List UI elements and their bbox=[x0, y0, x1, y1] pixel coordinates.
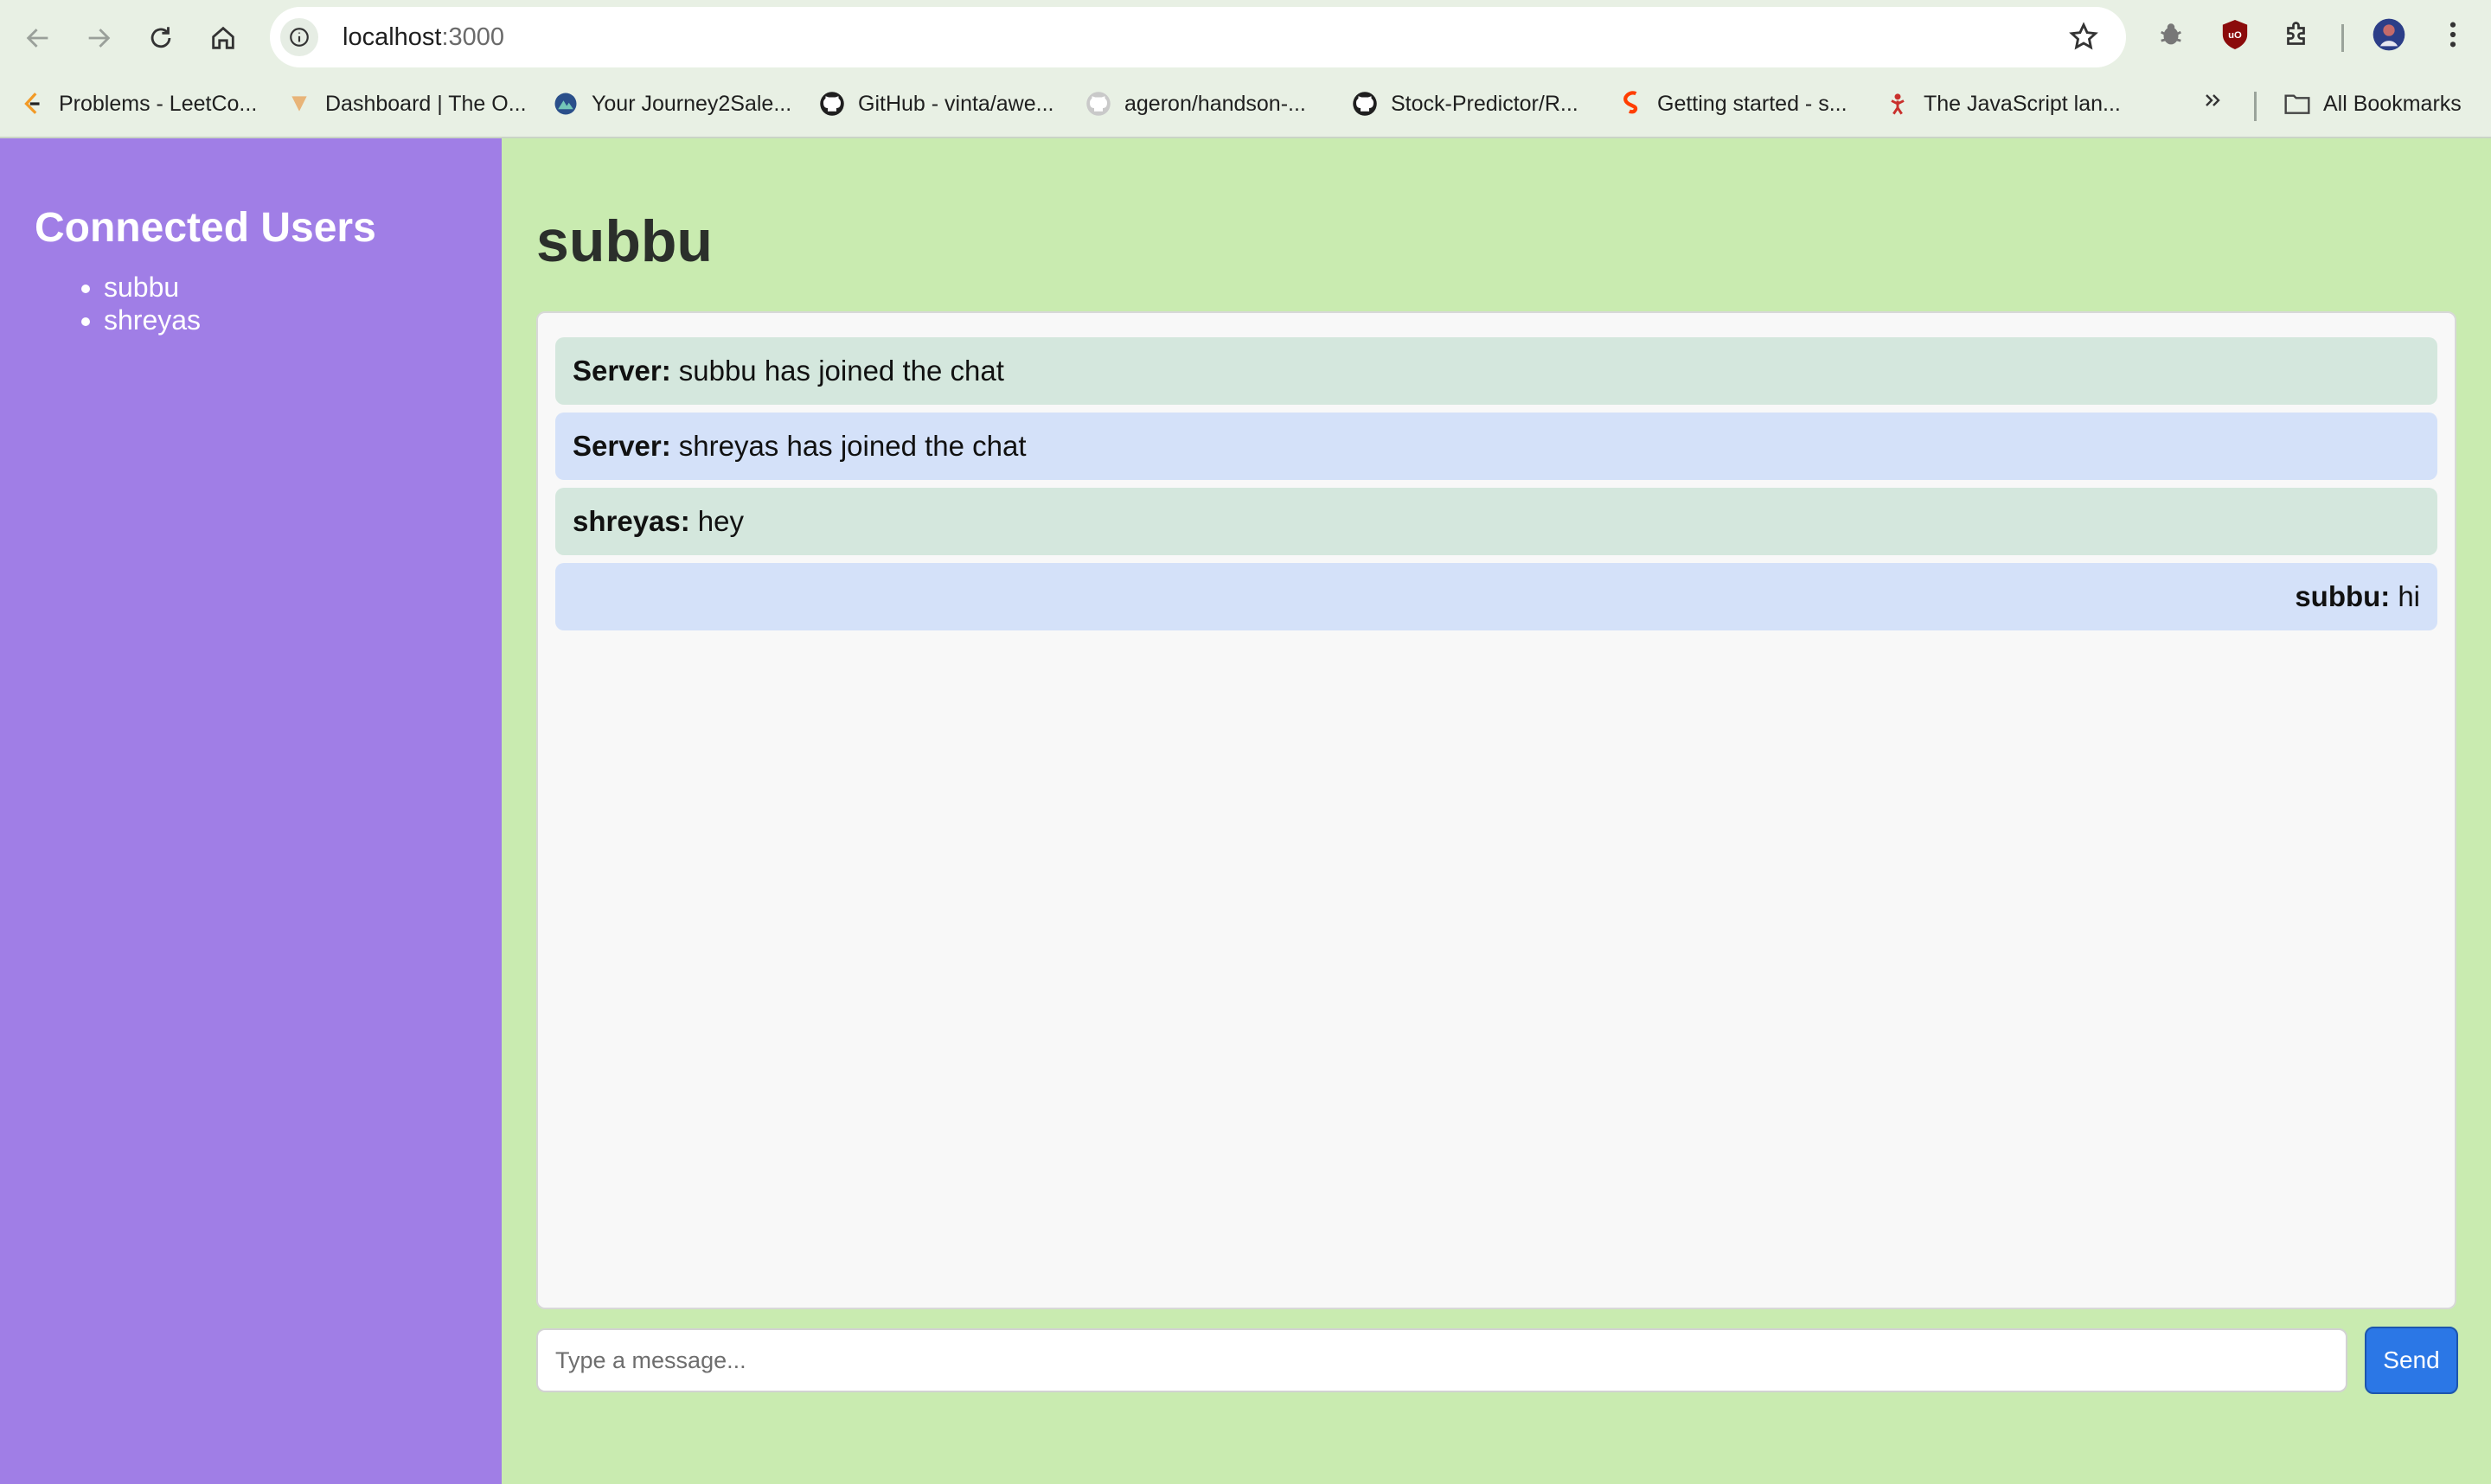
address-bar[interactable]: localhost:3000 bbox=[270, 7, 2126, 67]
message-sender: shreyas: bbox=[573, 505, 690, 537]
toolbar-divider bbox=[2341, 24, 2344, 52]
journey-icon bbox=[552, 90, 580, 118]
bookmark-item[interactable]: Your Journey2Sale... bbox=[552, 90, 791, 118]
url-host: localhost bbox=[343, 22, 442, 51]
bookmark-label: Stock-Predictor/R... bbox=[1391, 91, 1578, 116]
message-composer: Send bbox=[536, 1327, 2458, 1394]
home-button[interactable] bbox=[199, 14, 247, 62]
current-user-title: subbu bbox=[536, 208, 713, 274]
bookmark-label: Dashboard | The O... bbox=[325, 91, 527, 116]
extensions-puzzle-icon[interactable] bbox=[2280, 17, 2315, 52]
home-icon bbox=[212, 26, 234, 49]
send-button[interactable]: Send bbox=[2365, 1327, 2458, 1394]
profile-avatar[interactable] bbox=[2372, 17, 2406, 52]
ublock-shield-icon[interactable]: uO bbox=[2218, 17, 2252, 52]
bookmark-item[interactable]: Dashboard | The O... bbox=[285, 90, 527, 118]
bookmarks-bar: Problems - LeetCo... Dashboard | The O..… bbox=[0, 76, 2491, 138]
bookmark-label: GitHub - vinta/awe... bbox=[858, 91, 1054, 116]
sidebar-title: Connected Users bbox=[35, 205, 376, 251]
bookmark-item[interactable]: ageron/handson-... bbox=[1085, 90, 1306, 118]
message-input[interactable] bbox=[536, 1328, 2347, 1392]
user-list-item: subbu bbox=[104, 271, 467, 304]
message-sender: Server: bbox=[573, 430, 671, 462]
forward-button[interactable] bbox=[74, 14, 123, 62]
all-bookmarks-label: All Bookmarks bbox=[2323, 91, 2462, 116]
message-text: shreyas has joined the chat bbox=[678, 430, 1027, 462]
connected-users-sidebar: Connected Users subbu shreyas bbox=[0, 138, 502, 1484]
chat-main: subbu Server: subbu has joined the chat … bbox=[502, 138, 2491, 1484]
message-item: subbu: hi bbox=[555, 563, 2437, 630]
bookmark-label: The JavaScript lan... bbox=[1924, 91, 2121, 116]
bookmark-label: Getting started - s... bbox=[1657, 91, 1847, 116]
browser-toolbar: localhost:3000 uO bbox=[0, 0, 2491, 76]
url-text: localhost:3000 bbox=[343, 23, 504, 52]
folder-icon bbox=[2283, 90, 2311, 118]
message-item: shreyas: hey bbox=[555, 488, 2437, 555]
reload-button[interactable] bbox=[137, 14, 185, 62]
message-sender: Server: bbox=[573, 355, 671, 387]
message-item: Server: subbu has joined the chat bbox=[555, 337, 2437, 405]
message-text: subbu has joined the chat bbox=[678, 355, 1004, 387]
chat-app: Connected Users subbu shreyas subbu Serv… bbox=[0, 138, 2491, 1484]
message-text: hey bbox=[697, 505, 744, 537]
bookmark-item[interactable]: Getting started - s... bbox=[1617, 90, 1847, 118]
kebab-menu-icon[interactable] bbox=[2436, 17, 2470, 52]
message-list[interactable]: Server: subbu has joined the chat Server… bbox=[536, 311, 2456, 1309]
user-list: subbu shreyas bbox=[35, 271, 467, 336]
github-icon bbox=[1085, 90, 1112, 118]
leetcode-icon bbox=[19, 90, 47, 118]
odin-icon bbox=[285, 90, 313, 118]
back-button[interactable] bbox=[14, 14, 62, 62]
javascript-info-icon bbox=[1884, 90, 1911, 118]
github-icon bbox=[818, 90, 846, 118]
arrow-left-icon bbox=[26, 29, 48, 48]
bug-extension-icon[interactable] bbox=[2154, 17, 2188, 52]
bookmark-item[interactable]: Stock-Predictor/R... bbox=[1351, 90, 1578, 118]
message-text: hi bbox=[2398, 580, 2420, 612]
bookmarks-divider bbox=[2254, 92, 2257, 121]
url-port: :3000 bbox=[441, 22, 505, 51]
svelte-icon bbox=[1617, 90, 1645, 118]
reload-icon bbox=[150, 27, 171, 48]
bookmark-star-icon[interactable] bbox=[2067, 21, 2100, 54]
bookmark-label: Problems - LeetCo... bbox=[59, 91, 258, 116]
message-item: Server: shreyas has joined the chat bbox=[555, 413, 2437, 480]
user-list-item: shreyas bbox=[104, 304, 467, 336]
arrow-right-icon bbox=[88, 29, 111, 48]
message-sender: subbu: bbox=[2295, 580, 2391, 612]
github-icon bbox=[1351, 90, 1379, 118]
more-bookmarks-chevron-icon[interactable] bbox=[2202, 90, 2223, 111]
bookmark-item[interactable]: The JavaScript lan... bbox=[1884, 90, 2121, 118]
svg-text:uO: uO bbox=[2228, 30, 2242, 41]
bookmark-item[interactable]: Problems - LeetCo... bbox=[19, 90, 257, 118]
bookmark-label: Your Journey2Sale... bbox=[592, 91, 792, 116]
all-bookmarks-button[interactable]: All Bookmarks bbox=[2283, 90, 2462, 118]
site-info-icon[interactable] bbox=[280, 18, 318, 56]
browser-chrome: localhost:3000 uO Problems - LeetCo... D… bbox=[0, 0, 2491, 138]
bookmark-item[interactable]: GitHub - vinta/awe... bbox=[818, 90, 1053, 118]
bookmark-label: ageron/handson-... bbox=[1124, 91, 1306, 116]
